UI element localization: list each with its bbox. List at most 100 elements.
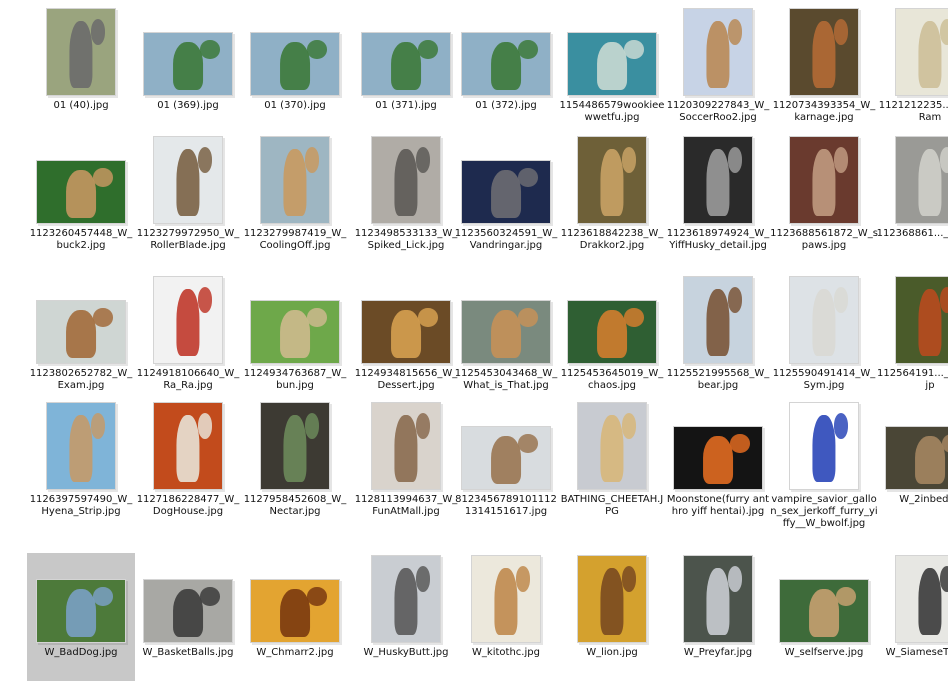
- file-tile[interactable]: 01 (369).jpg: [134, 6, 242, 134]
- file-tile[interactable]: 1125521995568_W_bear.jpg: [664, 274, 772, 402]
- file-thumbnail[interactable]: [567, 300, 657, 364]
- file-name-label[interactable]: 01 (369).jpg: [134, 100, 242, 112]
- file-tile[interactable]: 1124918106640_W_Ra_Ra.jpg: [134, 274, 242, 402]
- file-tile[interactable]: W_selfserve.jpg: [770, 553, 878, 681]
- file-tile[interactable]: W_Chmarr2.jpg: [241, 553, 349, 681]
- file-tile[interactable]: W_2inbed.jp: [876, 400, 948, 528]
- file-name-label[interactable]: W_Preyfar.jpg: [664, 647, 772, 659]
- file-name-label[interactable]: 1124934815656_W_Dessert.jpg: [352, 368, 460, 392]
- file-name-label[interactable]: W_kitothc.jpg: [452, 647, 560, 659]
- file-thumbnail[interactable]: [577, 402, 647, 490]
- file-tile[interactable]: 1125453645019_W_chaos.jpg: [558, 274, 666, 402]
- file-name-label[interactable]: 112564191..._Zeke2.jp: [876, 368, 948, 392]
- file-name-label[interactable]: 01 (40).jpg: [27, 100, 135, 112]
- file-tile[interactable]: 1121212235..._Wet_Ram: [876, 6, 948, 134]
- file-name-label[interactable]: 1124918106640_W_Ra_Ra.jpg: [134, 368, 242, 392]
- file-name-label[interactable]: 1120734393354_W_karnage.jpg: [770, 100, 878, 124]
- file-name-label[interactable]: 1125590491414_W_Sym.jpg: [770, 368, 878, 392]
- file-tile[interactable]: 1123802652782_W_Exam.jpg: [27, 274, 135, 402]
- file-thumbnail[interactable]: [683, 276, 753, 364]
- file-tile[interactable]: 01 (372).jpg: [452, 6, 560, 134]
- file-name-label[interactable]: 1123618842238_W_Drakkor2.jpg: [558, 228, 666, 252]
- file-thumbnail[interactable]: [371, 136, 441, 224]
- file-tile[interactable]: 1124934815656_W_Dessert.jpg: [352, 274, 460, 402]
- file-name-label[interactable]: 1123560324591_W_Vandringar.jpg: [452, 228, 560, 252]
- file-name-label[interactable]: 1123260457448_W_buck2.jpg: [27, 228, 135, 252]
- file-name-label[interactable]: W_2inbed.jp: [876, 494, 948, 506]
- file-tile[interactable]: 01 (40).jpg: [27, 6, 135, 134]
- file-name-label[interactable]: 1127958452608_W_Nectar.jpg: [241, 494, 349, 518]
- file-thumbnail[interactable]: [371, 402, 441, 490]
- file-tile[interactable]: W_BadDog.jpg: [27, 553, 135, 681]
- file-name-label[interactable]: BATHING_CHEETAH.JPG: [558, 494, 666, 518]
- file-name-label[interactable]: W_SiameseTwi...g: [876, 647, 948, 659]
- file-thumbnail[interactable]: [36, 160, 126, 224]
- file-name-label[interactable]: 81234567891011121314151617.jpg: [452, 494, 560, 518]
- file-name-label[interactable]: 1124934763687_W_bun.jpg: [241, 368, 349, 392]
- file-name-label[interactable]: 01 (371).jpg: [352, 100, 460, 112]
- file-name-label[interactable]: 1125453645019_W_chaos.jpg: [558, 368, 666, 392]
- file-thumbnail[interactable]: [673, 426, 763, 490]
- file-name-label[interactable]: W_BadDog.jpg: [27, 647, 135, 659]
- file-thumbnail[interactable]: [153, 136, 223, 224]
- file-name-label[interactable]: 01 (370).jpg: [241, 100, 349, 112]
- file-name-label[interactable]: W_BasketBalls.jpg: [134, 647, 242, 659]
- file-tile[interactable]: 1125590491414_W_Sym.jpg: [770, 274, 878, 402]
- file-thumbnail[interactable]: [361, 300, 451, 364]
- file-name-label[interactable]: 1123279987419_W_CoolingOff.jpg: [241, 228, 349, 252]
- file-thumbnail[interactable]: [371, 555, 441, 643]
- file-thumbnail[interactable]: [46, 8, 116, 96]
- file-thumbnail[interactable]: [143, 579, 233, 643]
- file-name-label[interactable]: 1120309227843_W_SoccerRoo2.jpg: [664, 100, 772, 124]
- file-tile[interactable]: 1123618842238_W_Drakkor2.jpg: [558, 134, 666, 262]
- file-thumbnail[interactable]: [250, 579, 340, 643]
- file-name-label[interactable]: 1154486579wookieewwetfu.jpg: [558, 100, 666, 124]
- file-tile[interactable]: 1123618974924_W_YiffHusky_detail.jpg: [664, 134, 772, 262]
- file-name-label[interactable]: vampire_savior_gallon_sex_jerkoff_furry_…: [770, 494, 878, 530]
- file-name-label[interactable]: W_Chmarr2.jpg: [241, 647, 349, 659]
- file-thumbnail[interactable]: [36, 300, 126, 364]
- file-tile[interactable]: 1123279987419_W_CoolingOff.jpg: [241, 134, 349, 262]
- file-tile[interactable]: 01 (370).jpg: [241, 6, 349, 134]
- file-tile[interactable]: 1123560324591_W_Vandringar.jpg: [452, 134, 560, 262]
- file-tile[interactable]: W_BasketBalls.jpg: [134, 553, 242, 681]
- file-name-label[interactable]: 112368861..._bath.jp: [876, 228, 948, 240]
- file-name-label[interactable]: W_lion.jpg: [558, 647, 666, 659]
- file-tile[interactable]: 1128113994637_W_FunAtMall.jpg: [352, 400, 460, 528]
- file-tile[interactable]: 1120309227843_W_SoccerRoo2.jpg: [664, 6, 772, 134]
- file-thumbnail[interactable]: [143, 32, 233, 96]
- file-thumbnail[interactable]: [46, 402, 116, 490]
- file-thumbnail[interactable]: [577, 555, 647, 643]
- file-thumbnail[interactable]: [250, 300, 340, 364]
- file-thumbnail[interactable]: [36, 579, 126, 643]
- file-thumbnail[interactable]: [577, 136, 647, 224]
- file-name-label[interactable]: 1123802652782_W_Exam.jpg: [27, 368, 135, 392]
- file-thumbnail[interactable]: [260, 136, 330, 224]
- file-thumbnail[interactable]: [153, 402, 223, 490]
- file-thumbnail[interactable]: [461, 300, 551, 364]
- file-tile[interactable]: BATHING_CHEETAH.JPG: [558, 400, 666, 528]
- file-name-label[interactable]: 01 (372).jpg: [452, 100, 560, 112]
- file-thumbnail[interactable]: [461, 426, 551, 490]
- file-tile[interactable]: 1126397597490_W_Hyena_Strip.jpg: [27, 400, 135, 528]
- file-tile[interactable]: 1123279972950_W_RollerBlade.jpg: [134, 134, 242, 262]
- file-thumbnail[interactable]: [895, 8, 948, 96]
- file-thumbnail[interactable]: [567, 32, 657, 96]
- file-tile[interactable]: 1123688561872_W_spaws.jpg: [770, 134, 878, 262]
- file-tile[interactable]: 1154486579wookieewwetfu.jpg: [558, 6, 666, 134]
- file-thumbnail[interactable]: [683, 555, 753, 643]
- file-thumbnail[interactable]: [895, 136, 948, 224]
- file-tile[interactable]: W_HuskyButt.jpg: [352, 553, 460, 681]
- file-thumbnail[interactable]: [361, 32, 451, 96]
- file-thumbnail[interactable]: [461, 160, 551, 224]
- file-tile[interactable]: 1127186228477_W_DogHouse.jpg: [134, 400, 242, 528]
- file-name-label[interactable]: 1125453043468_W_What_is_That.jpg: [452, 368, 560, 392]
- file-thumbnail[interactable]: [789, 8, 859, 96]
- file-thumbnail[interactable]: [250, 32, 340, 96]
- file-name-label[interactable]: 1126397597490_W_Hyena_Strip.jpg: [27, 494, 135, 518]
- file-tile[interactable]: vampire_savior_gallon_sex_jerkoff_furry_…: [770, 400, 878, 530]
- file-thumbnail[interactable]: [789, 402, 859, 490]
- file-name-label[interactable]: 1123279972950_W_RollerBlade.jpg: [134, 228, 242, 252]
- file-tile[interactable]: 01 (371).jpg: [352, 6, 460, 134]
- file-thumbnail[interactable]: [789, 276, 859, 364]
